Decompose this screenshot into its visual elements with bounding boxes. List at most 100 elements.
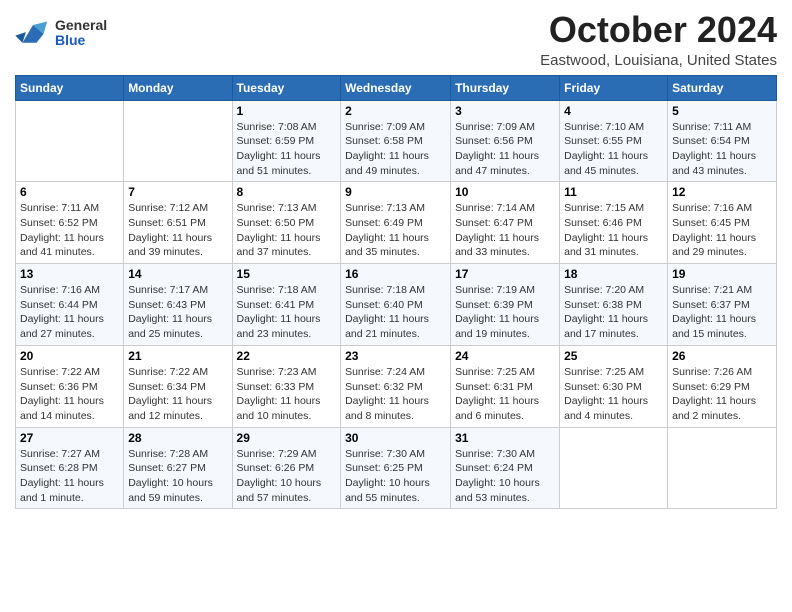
- calendar-cell: [16, 100, 124, 182]
- day-info: Sunrise: 7:13 AM Sunset: 6:50 PM Dayligh…: [237, 201, 337, 260]
- calendar-cell: [668, 427, 777, 509]
- day-info: Sunrise: 7:13 AM Sunset: 6:49 PM Dayligh…: [345, 201, 446, 260]
- day-info: Sunrise: 7:28 AM Sunset: 6:27 PM Dayligh…: [128, 447, 227, 506]
- day-info: Sunrise: 7:29 AM Sunset: 6:26 PM Dayligh…: [237, 447, 337, 506]
- weekday-header: Thursday: [451, 75, 560, 100]
- calendar-cell: 21Sunrise: 7:22 AM Sunset: 6:34 PM Dayli…: [124, 345, 232, 427]
- day-number: 30: [345, 431, 446, 445]
- day-info: Sunrise: 7:27 AM Sunset: 6:28 PM Dayligh…: [20, 447, 119, 506]
- day-number: 21: [128, 349, 227, 363]
- day-number: 2: [345, 104, 446, 118]
- day-number: 11: [564, 185, 663, 199]
- logo-blue: Blue: [55, 33, 107, 48]
- day-number: 6: [20, 185, 119, 199]
- day-number: 18: [564, 267, 663, 281]
- calendar-cell: 4 Sunrise: 7:10 AM Sunset: 6:55 PM Daylig…: [560, 100, 668, 182]
- calendar-cell: 18 Sunrise: 7:20 AM Sunset: 6:38 PM Dayli…: [560, 264, 668, 346]
- calendar-cell: 5 Sunrise: 7:11 AM Sunset: 6:54 PM Daylig…: [668, 100, 777, 182]
- day-number: 29: [237, 431, 337, 445]
- day-info: Sunrise: 7:14 AM Sunset: 6:47 PM Dayligh…: [455, 201, 555, 260]
- day-number: 14: [128, 267, 227, 281]
- day-number: 20: [20, 349, 119, 363]
- calendar-cell: 8 Sunrise: 7:13 AM Sunset: 6:50 PM Daylig…: [232, 182, 341, 264]
- calendar-header-row: SundayMondayTuesdayWednesdayThursdayFrid…: [16, 75, 777, 100]
- day-number: 25: [564, 349, 663, 363]
- calendar-cell: 15 Sunrise: 7:18 AM Sunset: 6:41 PM Dayli…: [232, 264, 341, 346]
- day-info: Sunrise: 7:23 AM Sunset: 6:33 PM Dayligh…: [237, 365, 337, 424]
- day-info: Sunrise: 7:08 AM Sunset: 6:59 PM Dayligh…: [237, 120, 337, 179]
- calendar-cell: 27 Sunrise: 7:27 AM Sunset: 6:28 PM Dayli…: [16, 427, 124, 509]
- day-info: Sunrise: 7:11 AM Sunset: 6:52 PM Dayligh…: [20, 201, 119, 260]
- day-info: Sunrise: 7:09 AM Sunset: 6:56 PM Dayligh…: [455, 120, 555, 179]
- day-number: 22: [237, 349, 337, 363]
- weekday-header: Saturday: [668, 75, 777, 100]
- day-info: Sunrise: 7:24 AM Sunset: 6:32 PM Dayligh…: [345, 365, 446, 424]
- day-number: 7: [128, 185, 227, 199]
- day-number: 16: [345, 267, 446, 281]
- calendar-cell: 2 Sunrise: 7:09 AM Sunset: 6:58 PM Daylig…: [341, 100, 451, 182]
- day-number: 3: [455, 104, 555, 118]
- day-info: Sunrise: 7:12 AM Sunset: 6:51 PM Dayligh…: [128, 201, 227, 260]
- day-info: Sunrise: 7:15 AM Sunset: 6:46 PM Dayligh…: [564, 201, 663, 260]
- weekday-header: Wednesday: [341, 75, 451, 100]
- weekday-header: Sunday: [16, 75, 124, 100]
- logo-general: General: [55, 18, 107, 33]
- calendar-cell: 14 Sunrise: 7:17 AM Sunset: 6:43 PM Dayli…: [124, 264, 232, 346]
- day-info: Sunrise: 7:16 AM Sunset: 6:44 PM Dayligh…: [20, 283, 119, 342]
- day-info: Sunrise: 7:30 AM Sunset: 6:24 PM Dayligh…: [455, 447, 555, 506]
- day-number: 4: [564, 104, 663, 118]
- calendar-cell: 30 Sunrise: 7:30 AM Sunset: 6:25 PM Dayli…: [341, 427, 451, 509]
- day-number: 27: [20, 431, 119, 445]
- day-number: 17: [455, 267, 555, 281]
- day-info: Sunrise: 7:10 AM Sunset: 6:55 PM Dayligh…: [564, 120, 663, 179]
- day-number: 5: [672, 104, 772, 118]
- day-number: 15: [237, 267, 337, 281]
- calendar-cell: 16Sunrise: 7:18 AM Sunset: 6:40 PM Dayli…: [341, 264, 451, 346]
- calendar-cell: [124, 100, 232, 182]
- calendar-week-row: 20 Sunrise: 7:22 AM Sunset: 6:36 PM Dayli…: [16, 345, 777, 427]
- calendar-cell: 13 Sunrise: 7:16 AM Sunset: 6:44 PM Dayli…: [16, 264, 124, 346]
- location-title: Eastwood, Louisiana, United States: [540, 52, 777, 69]
- calendar-cell: 26Sunrise: 7:26 AM Sunset: 6:29 PM Dayli…: [668, 345, 777, 427]
- title-block: October 2024 Eastwood, Louisiana, United…: [540, 10, 777, 69]
- day-number: 24: [455, 349, 555, 363]
- weekday-header: Monday: [124, 75, 232, 100]
- day-info: Sunrise: 7:18 AM Sunset: 6:41 PM Dayligh…: [237, 283, 337, 342]
- calendar-cell: [560, 427, 668, 509]
- day-info: Sunrise: 7:30 AM Sunset: 6:25 PM Dayligh…: [345, 447, 446, 506]
- day-info: Sunrise: 7:20 AM Sunset: 6:38 PM Dayligh…: [564, 283, 663, 342]
- day-info: Sunrise: 7:09 AM Sunset: 6:58 PM Dayligh…: [345, 120, 446, 179]
- day-info: Sunrise: 7:22 AM Sunset: 6:36 PM Dayligh…: [20, 365, 119, 424]
- day-number: 31: [455, 431, 555, 445]
- calendar-cell: 28 Sunrise: 7:28 AM Sunset: 6:27 PM Dayli…: [124, 427, 232, 509]
- day-number: 10: [455, 185, 555, 199]
- day-number: 8: [237, 185, 337, 199]
- calendar-cell: 20 Sunrise: 7:22 AM Sunset: 6:36 PM Dayli…: [16, 345, 124, 427]
- calendar-cell: 23Sunrise: 7:24 AM Sunset: 6:32 PM Dayli…: [341, 345, 451, 427]
- calendar-week-row: 27 Sunrise: 7:27 AM Sunset: 6:28 PM Dayli…: [16, 427, 777, 509]
- calendar-cell: 19Sunrise: 7:21 AM Sunset: 6:37 PM Dayli…: [668, 264, 777, 346]
- day-info: Sunrise: 7:21 AM Sunset: 6:37 PM Dayligh…: [672, 283, 772, 342]
- day-info: Sunrise: 7:11 AM Sunset: 6:54 PM Dayligh…: [672, 120, 772, 179]
- day-info: Sunrise: 7:25 AM Sunset: 6:31 PM Dayligh…: [455, 365, 555, 424]
- calendar-table: SundayMondayTuesdayWednesdayThursdayFrid…: [15, 75, 777, 510]
- day-info: Sunrise: 7:17 AM Sunset: 6:43 PM Dayligh…: [128, 283, 227, 342]
- calendar-cell: 9 Sunrise: 7:13 AM Sunset: 6:49 PM Daylig…: [341, 182, 451, 264]
- day-number: 9: [345, 185, 446, 199]
- day-number: 28: [128, 431, 227, 445]
- calendar-cell: 29 Sunrise: 7:29 AM Sunset: 6:26 PM Dayli…: [232, 427, 341, 509]
- day-number: 13: [20, 267, 119, 281]
- calendar-cell: 11 Sunrise: 7:15 AM Sunset: 6:46 PM Dayli…: [560, 182, 668, 264]
- page-header: General Blue October 2024 Eastwood, Loui…: [15, 10, 777, 69]
- day-info: Sunrise: 7:19 AM Sunset: 6:39 PM Dayligh…: [455, 283, 555, 342]
- calendar-cell: 25 Sunrise: 7:25 AM Sunset: 6:30 PM Dayli…: [560, 345, 668, 427]
- calendar-week-row: 1Sunrise: 7:08 AM Sunset: 6:59 PM Daylig…: [16, 100, 777, 182]
- day-info: Sunrise: 7:26 AM Sunset: 6:29 PM Dayligh…: [672, 365, 772, 424]
- logo: General Blue: [15, 18, 107, 49]
- calendar-cell: 3 Sunrise: 7:09 AM Sunset: 6:56 PM Daylig…: [451, 100, 560, 182]
- day-info: Sunrise: 7:25 AM Sunset: 6:30 PM Dayligh…: [564, 365, 663, 424]
- calendar-cell: 1Sunrise: 7:08 AM Sunset: 6:59 PM Daylig…: [232, 100, 341, 182]
- calendar-week-row: 6 Sunrise: 7:11 AM Sunset: 6:52 PM Daylig…: [16, 182, 777, 264]
- month-title: October 2024: [540, 10, 777, 50]
- calendar-cell: 6 Sunrise: 7:11 AM Sunset: 6:52 PM Daylig…: [16, 182, 124, 264]
